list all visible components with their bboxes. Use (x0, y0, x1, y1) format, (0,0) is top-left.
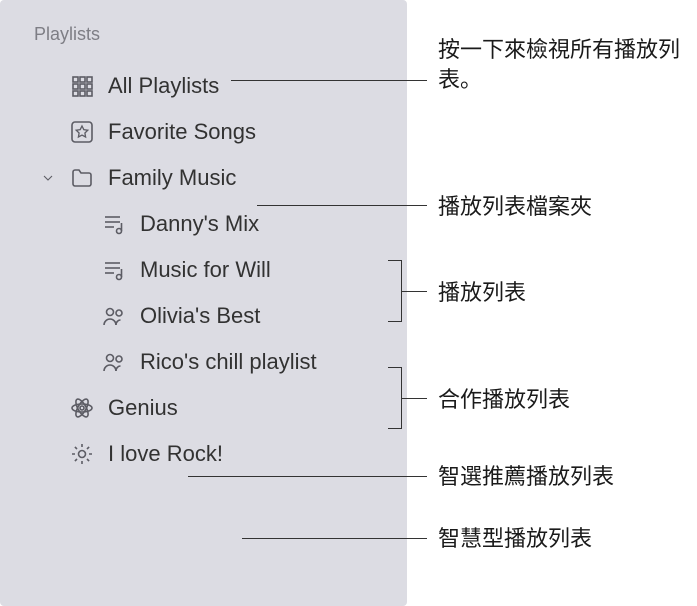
annotation-smart: 智慧型播放列表 (438, 524, 592, 554)
connector-line (402, 398, 427, 399)
collaborative-icon (100, 302, 128, 330)
sidebar-item-i-love-rock[interactable]: I love Rock! (0, 431, 407, 477)
bracket (388, 260, 402, 322)
sidebar-item-label: Family Music (108, 165, 236, 191)
annotation-collaborative: 合作播放列表 (438, 385, 570, 415)
playlist-icon (100, 210, 128, 238)
sidebar-item-all-playlists[interactable]: All Playlists (0, 63, 407, 109)
annotation-all-playlists: 按一下來檢視所有播放列表。 (438, 35, 697, 94)
sidebar-item-favorite-songs[interactable]: Favorite Songs (0, 109, 407, 155)
connector-line (231, 80, 427, 81)
sidebar-item-ricos-chill[interactable]: Rico's chill playlist (0, 339, 407, 385)
section-header-playlists: Playlists (0, 24, 407, 45)
playlist-icon (100, 256, 128, 284)
connector-line (188, 476, 427, 477)
grid-icon (68, 72, 96, 100)
annotation-folder: 播放列表檔案夾 (438, 192, 592, 222)
connector-line (257, 205, 427, 206)
collaborative-icon (100, 348, 128, 376)
folder-icon (68, 164, 96, 192)
sidebar-item-family-music[interactable]: Family Music (0, 155, 407, 201)
sidebar-item-label: Danny's Mix (140, 211, 259, 237)
sidebar-item-music-for-will[interactable]: Music for Will (0, 247, 407, 293)
sidebar-item-dannys-mix[interactable]: Danny's Mix (0, 201, 407, 247)
sidebar-item-label: Genius (108, 395, 178, 421)
annotation-genius: 智選推薦播放列表 (438, 462, 614, 492)
sidebar-item-label: Rico's chill playlist (140, 349, 317, 375)
sidebar-item-label: Music for Will (140, 257, 271, 283)
gear-icon (68, 440, 96, 468)
connector-line (402, 291, 427, 292)
chevron-down-icon[interactable] (38, 168, 58, 188)
annotation-playlist: 播放列表 (438, 278, 526, 308)
sidebar-item-label: All Playlists (108, 73, 219, 99)
sidebar-item-olivias-best[interactable]: Olivia's Best (0, 293, 407, 339)
bracket (388, 367, 402, 429)
sidebar-item-genius[interactable]: Genius (0, 385, 407, 431)
connector-line (242, 538, 427, 539)
atom-icon (68, 394, 96, 422)
sidebar-item-label: Favorite Songs (108, 119, 256, 145)
playlists-sidebar: Playlists All Playlists Favorite Songs (0, 0, 407, 606)
star-icon (68, 118, 96, 146)
sidebar-item-label: Olivia's Best (140, 303, 260, 329)
sidebar-item-label: I love Rock! (108, 441, 223, 467)
